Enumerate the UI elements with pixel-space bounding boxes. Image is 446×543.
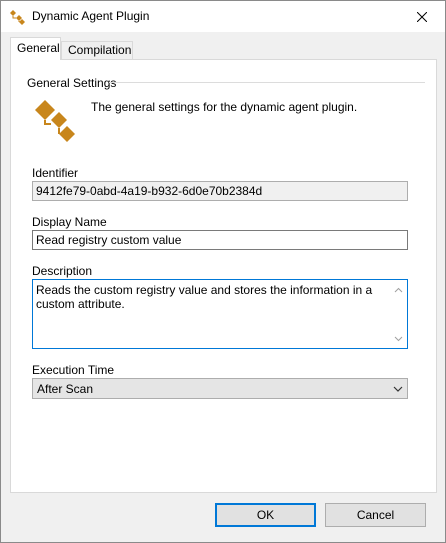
scroll-up-icon[interactable]: [394, 286, 403, 295]
plugin-icon: [35, 100, 75, 142]
plugin-description: The general settings for the dynamic age…: [91, 100, 358, 114]
tab-compilation[interactable]: Compilation: [61, 41, 133, 60]
chevron-down-icon: [393, 386, 403, 392]
tab-general[interactable]: General: [10, 37, 61, 60]
scroll-down-icon[interactable]: [394, 334, 403, 343]
execution-time-label: Execution Time: [32, 363, 115, 377]
description-label: Description: [32, 264, 93, 278]
description-text: Reads the custom registry value and stor…: [36, 283, 373, 311]
dialog-window: Dynamic Agent Plugin General Compilation…: [0, 0, 446, 543]
execution-time-value: After Scan: [37, 382, 94, 396]
execution-time-select[interactable]: After Scan: [32, 378, 408, 399]
title-bar: Dynamic Agent Plugin: [1, 1, 445, 32]
ok-button[interactable]: OK: [215, 503, 316, 527]
group-title: General Settings: [27, 76, 120, 90]
display-name-label: Display Name: [32, 215, 107, 229]
window-title: Dynamic Agent Plugin: [32, 9, 150, 23]
close-icon: [417, 11, 427, 22]
group-divider: [109, 82, 425, 83]
display-name-field[interactable]: Read registry custom value: [32, 230, 408, 250]
general-tab-panel: General Settings The general settings fo…: [10, 59, 437, 493]
identifier-label: Identifier: [32, 166, 79, 180]
description-scrollbar[interactable]: [390, 280, 407, 348]
cancel-button[interactable]: Cancel: [325, 503, 426, 527]
identifier-field[interactable]: 9412fe79-0abd-4a19-b932-6d0e70b2384d: [32, 181, 408, 201]
description-textarea[interactable]: Reads the custom registry value and stor…: [32, 279, 408, 349]
plugin-icon: [10, 10, 25, 25]
close-button[interactable]: [399, 1, 445, 32]
